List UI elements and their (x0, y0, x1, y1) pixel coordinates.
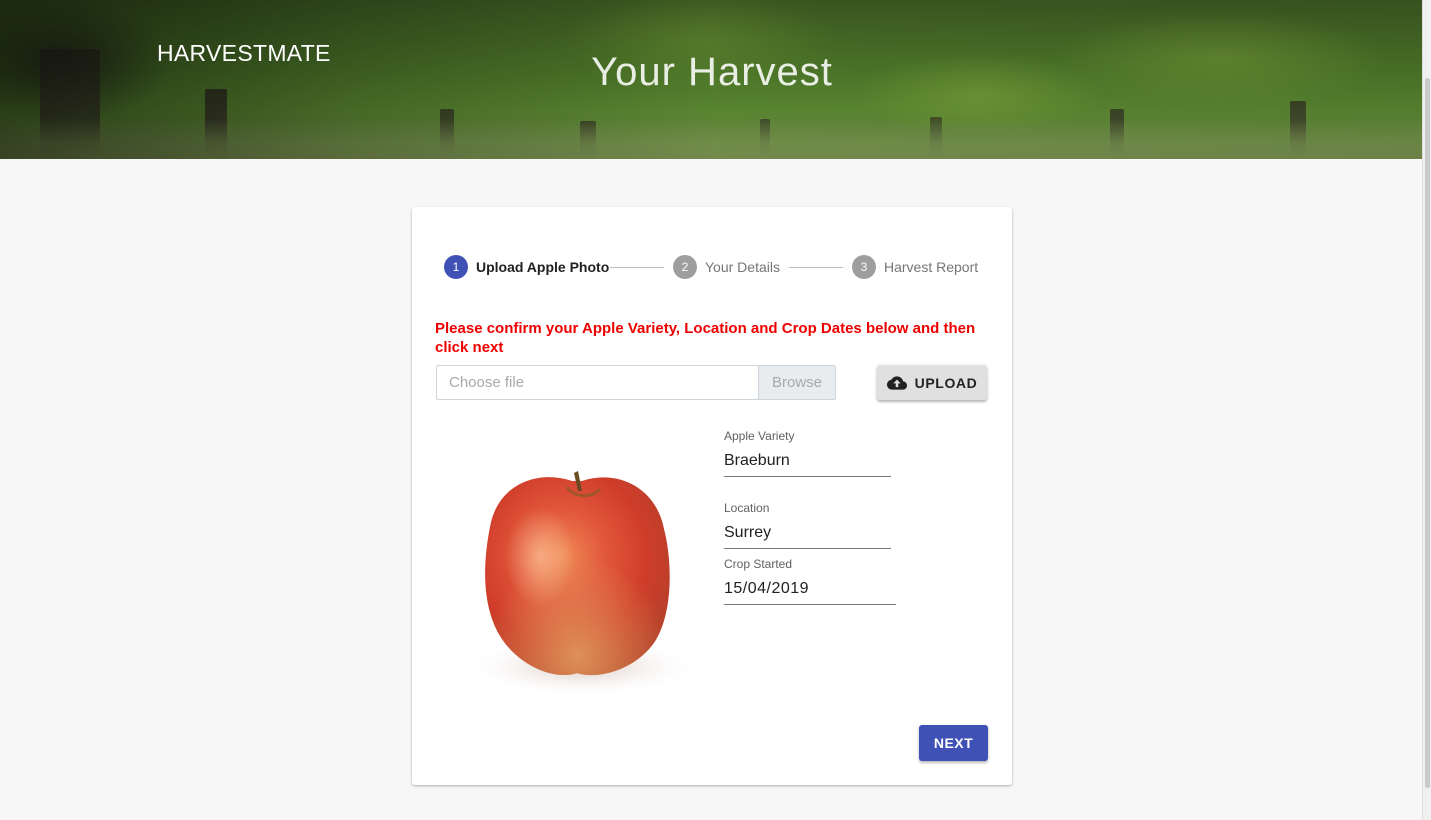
apple-photo (442, 447, 712, 717)
header-banner: HARVESTMATE Your Harvest (0, 0, 1424, 159)
crop-started-label: Crop Started (724, 557, 793, 571)
page-title: Your Harvest (591, 50, 833, 94)
harvest-form-card: 1 Upload Apple Photo 2 Your Details 3 Ha… (412, 207, 1012, 785)
step-1-label: Upload Apple Photo (476, 259, 610, 275)
step-your-details[interactable]: 2 Your Details (673, 255, 780, 279)
step-3-label: Harvest Report (884, 259, 979, 275)
page-scrollbar[interactable] (1422, 0, 1431, 820)
location-field[interactable]: Location Surrey (724, 501, 891, 549)
step-2-indicator: 2 (673, 255, 697, 279)
location-input[interactable]: Surrey (724, 524, 891, 549)
scrollbar-thumb[interactable] (1425, 78, 1430, 788)
upload-button[interactable]: UPLOAD (877, 365, 987, 400)
step-3-indicator: 3 (852, 255, 876, 279)
step-connector (789, 267, 843, 268)
step-harvest-report[interactable]: 3 Harvest Report (852, 255, 978, 279)
apple-variety-label: Apple Variety (724, 429, 795, 443)
page: HARVESTMATE Your Harvest 1 Upload Apple … (0, 0, 1431, 820)
file-chooser[interactable]: Choose file Browse (436, 365, 836, 400)
crop-started-field[interactable]: Crop Started 15/04/2019 (724, 557, 896, 605)
upload-button-label: UPLOAD (914, 374, 978, 391)
instruction-message: Please confirm your Apple Variety, Locat… (435, 320, 976, 356)
apple-variety-field[interactable]: Apple Variety Braeburn (724, 429, 891, 477)
file-chooser-placeholder[interactable]: Choose file (437, 366, 758, 399)
next-button[interactable]: NEXT (919, 725, 988, 761)
step-connector (610, 267, 664, 268)
step-upload-apple-photo[interactable]: 1 Upload Apple Photo (444, 255, 609, 279)
stepper: 1 Upload Apple Photo 2 Your Details 3 Ha… (444, 255, 984, 279)
step-1-indicator: 1 (444, 255, 468, 279)
browse-button[interactable]: Browse (758, 366, 835, 399)
location-label: Location (724, 501, 770, 515)
crop-started-date-input[interactable]: 15/04/2019 (724, 580, 896, 605)
step-2-label: Your Details (705, 259, 780, 275)
apple-variety-input[interactable]: Braeburn (724, 452, 891, 477)
cloud-upload-icon (886, 375, 907, 390)
